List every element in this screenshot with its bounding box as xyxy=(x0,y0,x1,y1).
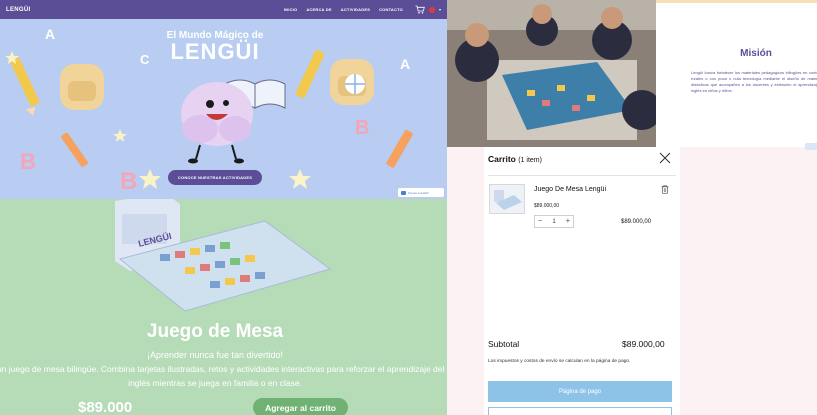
classroom-photo xyxy=(447,0,656,147)
decorative-star-icon xyxy=(5,51,311,189)
cart-item-unit-price: $89.000,00 xyxy=(534,203,560,209)
increment-button[interactable]: + xyxy=(566,218,570,225)
cart-item-name[interactable]: Juego De Mesa Lengüi xyxy=(534,186,606,193)
cart-divider xyxy=(488,175,676,176)
hero-title-line2: LENGÜI xyxy=(170,39,260,64)
close-icon[interactable] xyxy=(659,152,671,164)
board-game-image: LENGÜI xyxy=(115,199,332,312)
cart-item-line-total: $89.000,00 xyxy=(621,219,652,225)
svg-text:B: B xyxy=(20,149,36,174)
quantity-value[interactable]: 1 xyxy=(552,219,555,225)
product-subtitle: ¡Aprender nunca fue tan divertido! xyxy=(146,350,284,360)
cart-title: Carrito xyxy=(488,154,516,164)
lengui-mascot-icon xyxy=(181,82,253,164)
chat-widget-button-partial[interactable] xyxy=(805,143,817,150)
nav-acerca-de[interactable]: ACERCA DE xyxy=(306,7,331,12)
product-title: Juego de Mesa xyxy=(146,321,284,342)
cart-item-count: (1 item) xyxy=(518,157,542,164)
decorative-pencil-icon xyxy=(10,57,40,116)
view-cart-button[interactable] xyxy=(488,407,672,415)
decorative-pencil-icon xyxy=(386,129,413,168)
classroom-photo-image xyxy=(447,0,656,147)
cart-header: Carrito (1 item) xyxy=(488,154,542,164)
product-price: $89.000 xyxy=(78,399,133,415)
product-section: LENGÜI Juego de Mesa ¡Aprender nunca fue… xyxy=(0,199,447,415)
cart-item-thumbnail[interactable] xyxy=(489,184,525,214)
decrement-button[interactable]: − xyxy=(538,218,542,225)
nav-links: INICIO ACERCA DE ACTIVIDADES CONTACTO xyxy=(284,7,403,12)
add-to-cart-button[interactable]: Agregar al carrito xyxy=(253,398,348,415)
top-navbar: LENGÜI INICIO ACERCA DE ACTIVIDADES CONT… xyxy=(0,0,447,19)
mision-text: Lengüi busca fortalecer los materiales p… xyxy=(691,70,817,93)
site-logo[interactable]: LENGÜI xyxy=(6,7,30,13)
quantity-stepper: − 1 + xyxy=(534,215,574,228)
chat-widget-label: Tienes a duda? xyxy=(408,190,429,195)
nav-actividades[interactable]: ACTIVIDADES xyxy=(341,7,370,12)
decorative-ball-icon xyxy=(345,74,365,94)
svg-text:B: B xyxy=(120,168,137,195)
checkout-button[interactable]: Página de pago xyxy=(488,381,672,402)
subtotal-label: Subtotal xyxy=(488,339,520,349)
cart-icon[interactable] xyxy=(415,5,425,14)
nav-contacto[interactable]: CONTACTO xyxy=(379,7,403,12)
language-flag-icon[interactable] xyxy=(428,6,435,13)
hero-section: B B B A A C El Mundo Mágico de LENGÜI CO… xyxy=(0,19,447,199)
trash-icon[interactable] xyxy=(661,185,669,194)
cart-item-image xyxy=(494,190,522,210)
language-caret[interactable]: ▾ xyxy=(439,7,441,12)
chat-widget-button[interactable]: Tienes a duda? xyxy=(398,188,444,197)
activities-button[interactable]: CONOCE NUESTRAS ACTIVIDADES xyxy=(168,170,262,185)
subtotal-value: $89.000,00 xyxy=(622,339,665,349)
chat-icon xyxy=(401,190,406,195)
decorative-backpack-icon xyxy=(60,64,104,110)
mision-panel: Misión Lengüi busca fortalecer los mater… xyxy=(656,0,817,150)
decorative-pencil-icon xyxy=(61,132,88,167)
product-description: es un juego de mesa bilingüe. Combina ta… xyxy=(0,364,445,388)
mision-title: Misión xyxy=(740,48,772,59)
nav-inicio[interactable]: INICIO xyxy=(284,7,297,12)
website-view: LENGÜI INICIO ACERCA DE ACTIVIDADES CONT… xyxy=(0,0,447,415)
svg-text:B: B xyxy=(355,117,369,139)
tax-note: Los impuestos y costos de envío se calcu… xyxy=(488,359,631,364)
cart-drawer: Carrito (1 item) Juego De Mesa Lengüi $8… xyxy=(484,147,680,415)
